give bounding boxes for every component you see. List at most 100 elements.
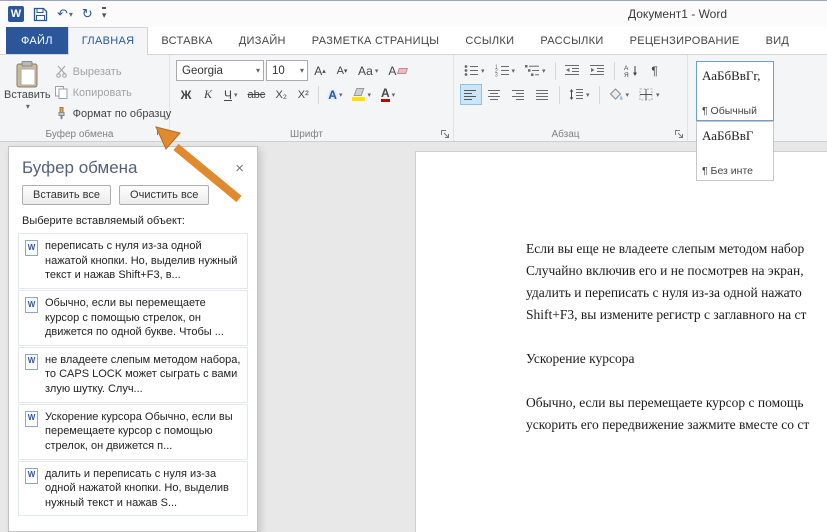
chevron-down-icon: ▾ [299, 66, 304, 75]
tab-file[interactable]: ФАЙЛ [6, 27, 68, 54]
superscript-button[interactable]: X² [293, 84, 313, 105]
decrease-indent-icon [564, 65, 579, 75]
clipboard-dialog-launcher[interactable] [156, 129, 166, 139]
sort-button[interactable]: АЯ [620, 60, 643, 81]
clipboard-item-text: Ускорение курсора Обычно, если вы переме… [45, 410, 233, 452]
clipboard-pane-title: Буфер обмена [22, 158, 138, 177]
chevron-down-icon: ▾ [367, 91, 371, 99]
shading-button[interactable]: ▾ [605, 84, 634, 105]
font-dialog-launcher[interactable] [440, 129, 450, 139]
underline-glyph: Ч [224, 87, 232, 102]
title-bar: W ↶ ▾ ↻ ▾ Документ1 - Word [0, 1, 827, 27]
show-paragraph-marks-button[interactable]: ¶ [645, 60, 665, 81]
clipboard-item[interactable]: W Ускорение курсора Обычно, если вы пере… [18, 403, 248, 460]
clear-all-button[interactable]: Очистить все [119, 185, 210, 205]
arrow-down-icon: ▾ [343, 67, 348, 75]
document-text: Если вы еще не владеете слепым методом н… [526, 238, 809, 436]
clipboard-pane-actions: Вставить все Очистить все [9, 185, 257, 212]
tab-design[interactable]: ДИЗАЙН [226, 27, 299, 54]
font-color-button[interactable]: А ▾ [377, 84, 399, 105]
document-line: Если вы еще не владеете слепым методом н… [526, 241, 805, 256]
tab-review[interactable]: РЕЦЕНЗИРОВАНИЕ [617, 27, 753, 54]
document-page[interactable]: Если вы еще не владеете слепым методом н… [415, 151, 827, 532]
word-app-icon: W [8, 6, 24, 22]
borders-button[interactable]: ▾ [635, 84, 664, 105]
document-line: ускорить его передвижение зажмите вместе… [526, 417, 810, 432]
justify-button[interactable] [532, 84, 554, 105]
copy-button[interactable]: Копировать [51, 82, 176, 103]
text-effects-glyph: А [328, 87, 337, 102]
italic-button[interactable]: К [198, 84, 218, 105]
clear-formatting-glyph: А [388, 63, 397, 78]
font-size-select[interactable]: 10 ▾ [266, 60, 308, 81]
clipboard-pane: Буфер обмена × Вставить все Очистить все… [8, 146, 258, 532]
svg-text:А: А [624, 65, 629, 72]
text-effects-button[interactable]: А ▾ [324, 84, 346, 105]
eraser-icon [397, 67, 409, 74]
redo-button[interactable]: ↻ [82, 6, 93, 22]
paste-all-button[interactable]: Вставить все [22, 185, 112, 205]
tab-insert[interactable]: ВСТАВКА [148, 27, 225, 54]
tab-home[interactable]: ГЛАВНАЯ [67, 27, 149, 55]
align-left-icon [464, 89, 476, 100]
paragraph-dialog-launcher[interactable] [674, 129, 684, 139]
strikethrough-button[interactable]: abc [244, 84, 270, 105]
increase-indent-icon [589, 65, 604, 75]
change-case-button[interactable]: Аа ▾ [354, 60, 382, 81]
chevron-down-icon: ▾ [511, 67, 516, 75]
chevron-down-icon: ▾ [338, 91, 343, 99]
tab-view[interactable]: ВИД [753, 27, 803, 54]
grow-font-button[interactable]: А ▴ [310, 60, 330, 81]
clipboard-group-body: Вставить ▾ Вырезать Копировать Формат по… [4, 58, 171, 124]
tab-mailings[interactable]: РАССЫЛКИ [527, 27, 616, 54]
clipboard-group-label: Буфер обмена [45, 129, 114, 140]
font-family-value: Georgia [182, 64, 223, 77]
clipboard-item[interactable]: W переписать с нуля из-за одной нажатой … [18, 233, 248, 289]
multilevel-list-icon [525, 65, 540, 76]
paste-clipboard-icon [16, 61, 38, 88]
divider [559, 85, 560, 104]
align-left-button[interactable] [460, 84, 482, 105]
subscript-button[interactable]: X₂ [271, 84, 291, 105]
document-line: удалить и переписать с нуля из-за одной … [526, 285, 802, 300]
bullets-icon [464, 65, 478, 76]
redo-icon: ↻ [81, 6, 93, 21]
style-no-spacing[interactable]: АаБбВвГ ¶ Без инте [696, 121, 774, 181]
clipboard-item[interactable]: W Обычно, если вы перемещаете курсор с п… [18, 289, 248, 346]
save-button[interactable] [33, 7, 48, 22]
clipboard-item[interactable]: W далить и переписать с нуля из-за одной… [18, 460, 248, 517]
shrink-font-button[interactable]: А ▾ [332, 60, 352, 81]
undo-button[interactable]: ↶ ▾ [57, 6, 73, 22]
cut-label: Вырезать [72, 65, 122, 78]
style-normal[interactable]: АаБбВвГг, ¶ Обычный [696, 61, 774, 121]
customize-qat-button[interactable]: ▾ [101, 7, 107, 21]
numbering-button[interactable]: 123 ▾ [491, 60, 520, 81]
align-right-button[interactable] [508, 84, 530, 105]
paste-label: Вставить [4, 89, 51, 101]
font-group: Georgia ▾ 10 ▾ А ▴ А ▾ Аа ▾ А Ж К Ч ▾ abc X₂… [170, 55, 454, 141]
decrease-indent-button[interactable] [561, 60, 584, 81]
chevron-down-icon: ▾ [656, 91, 660, 99]
chevron-down-icon: ▾ [625, 91, 630, 99]
bullets-button[interactable]: ▾ [460, 60, 489, 81]
highlight-button[interactable]: ▾ [348, 84, 375, 105]
format-painter-button[interactable]: Формат по образцу [51, 103, 176, 124]
tab-page-layout[interactable]: РАЗМЕТКА СТРАНИЦЫ [299, 27, 453, 54]
chevron-down-icon: ▾ [391, 91, 396, 99]
window-title: Документ1 - Word [628, 7, 728, 21]
line-spacing-button[interactable]: ▾ [565, 84, 594, 105]
increase-indent-button[interactable] [586, 60, 609, 81]
bold-button[interactable]: Ж [176, 84, 196, 105]
close-icon[interactable]: × [232, 160, 247, 177]
paste-button[interactable]: Вставить ▾ [4, 58, 51, 124]
multilevel-list-button[interactable]: ▾ [521, 60, 550, 81]
clipboard-item[interactable]: W не владеете слепым методом набора, то … [18, 346, 248, 403]
cut-button[interactable]: Вырезать [51, 61, 176, 82]
font-family-select[interactable]: Georgia ▾ [176, 60, 264, 81]
clear-formatting-button[interactable]: А [384, 60, 411, 81]
tab-references[interactable]: ССЫЛКИ [452, 27, 527, 54]
underline-button[interactable]: Ч ▾ [220, 84, 242, 105]
align-center-button[interactable] [484, 84, 506, 105]
svg-text:Я: Я [624, 72, 629, 77]
